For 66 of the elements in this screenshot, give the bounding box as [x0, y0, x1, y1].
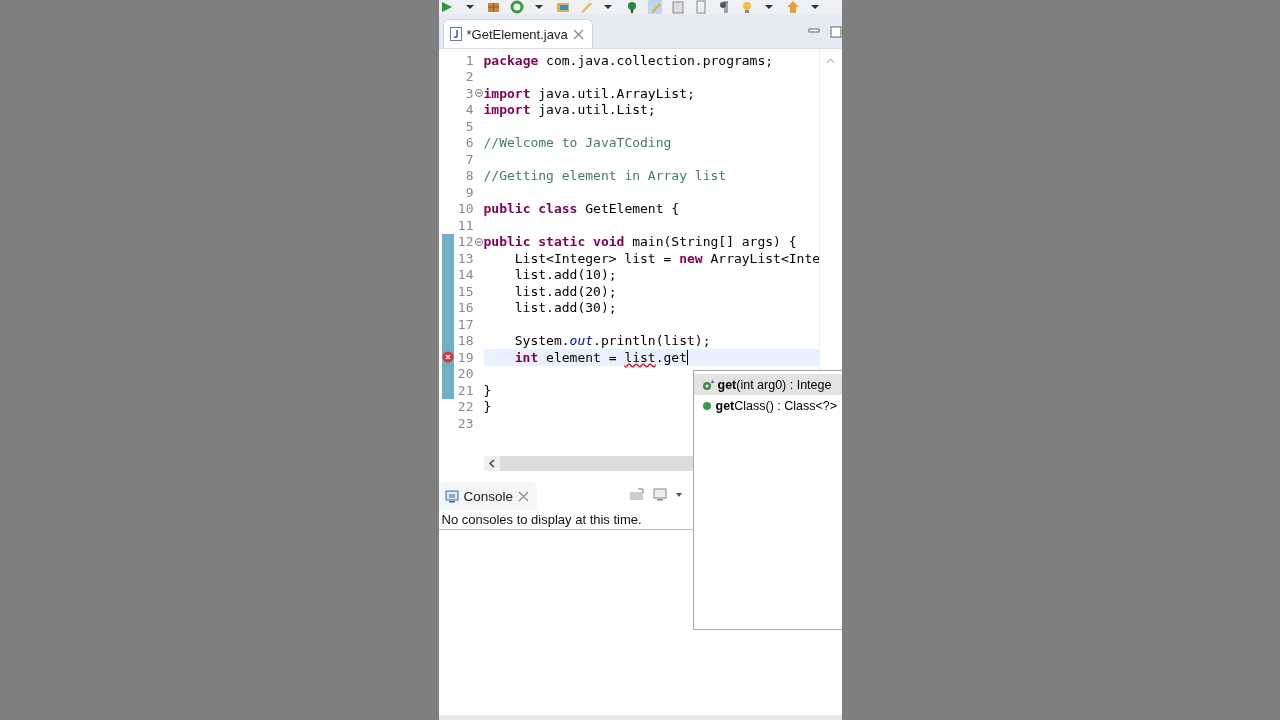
- completion-item[interactable]: getClass() : Class<?>: [693, 395, 842, 416]
- text-cursor: [687, 349, 688, 365]
- line-number: 8: [464, 168, 474, 184]
- line-number: 7: [464, 151, 474, 167]
- fold-minus-icon[interactable]: [474, 237, 483, 246]
- console-tab[interactable]: Console: [438, 482, 538, 510]
- display-console-icon[interactable]: [652, 488, 667, 501]
- code-line: public class GetElement {: [483, 201, 680, 217]
- fold-minus-icon[interactable]: [474, 89, 483, 98]
- close-icon[interactable]: [572, 28, 584, 40]
- line-number: 6: [464, 135, 474, 151]
- code-line: list.add(20);: [514, 283, 617, 299]
- dropdown-icon[interactable]: [674, 491, 683, 498]
- code-line: list.add(10);: [514, 267, 617, 283]
- line-number: 1: [464, 52, 474, 68]
- scroll-up-icon[interactable]: [825, 58, 835, 64]
- line-number: 23: [456, 415, 474, 431]
- code-line: import java.util.List;: [483, 102, 656, 118]
- line-number: 9: [464, 184, 474, 200]
- line-number: 12: [456, 234, 474, 250]
- java-file-icon: [449, 27, 462, 41]
- line-number: 14: [456, 267, 474, 283]
- code-line: //Welcome to JavaTCoding: [483, 135, 672, 151]
- code-line: }: [483, 399, 492, 415]
- scroll-left-icon[interactable]: [483, 456, 500, 471]
- line-number: 20: [456, 366, 474, 382]
- code-line: list.add(30);: [514, 300, 617, 316]
- line-number: 15: [456, 283, 474, 299]
- line-number: 3: [464, 85, 474, 101]
- code-line: import java.util.ArrayList;: [483, 85, 695, 101]
- page-icon[interactable]: [693, 0, 708, 14]
- line-number: 4: [464, 102, 474, 118]
- line-number: 5: [464, 118, 474, 134]
- code-line: }: [483, 382, 492, 398]
- line-number: 21: [456, 382, 474, 398]
- up-arrow-icon[interactable]: [785, 0, 800, 14]
- completion-item[interactable]: get(int arg0) : Intege: [693, 374, 842, 395]
- minimize-icon[interactable]: [807, 26, 820, 36]
- method-icon: [701, 378, 714, 391]
- code-line: package com.java.collection.programs;: [483, 52, 774, 68]
- highlighter-icon[interactable]: [647, 0, 662, 14]
- line-number: 13: [456, 250, 474, 266]
- editor-tab[interactable]: *GetElement.java: [442, 19, 593, 48]
- code-line: //Getting element in Array list: [483, 168, 727, 184]
- code-line: int element = list.get: [514, 349, 687, 365]
- method-icon: [701, 400, 712, 411]
- line-number: 19: [456, 349, 474, 365]
- code-line: List<Integer> list = new ArrayList<Inte: [514, 250, 821, 266]
- line-number: 18: [456, 333, 474, 349]
- monitor-icon: [444, 489, 459, 503]
- horizontal-scrollbar[interactable]: [483, 456, 693, 471]
- open-console-icon[interactable]: [628, 488, 645, 501]
- folder-icon[interactable]: [555, 0, 570, 14]
- line-number: 17: [456, 316, 474, 332]
- package-icon[interactable]: [486, 0, 501, 14]
- line-number: 10: [456, 201, 474, 217]
- refresh-icon[interactable]: [509, 0, 524, 14]
- code-line: public static void main(String[] args) {: [483, 234, 797, 250]
- line-number: 22: [456, 399, 474, 415]
- line-number: 16: [456, 300, 474, 316]
- line-number: 11: [456, 217, 474, 233]
- document-icon[interactable]: [670, 0, 685, 14]
- maximize-icon[interactable]: [829, 26, 842, 38]
- close-icon[interactable]: [518, 490, 530, 502]
- code-line: System.out.println(list);: [514, 333, 711, 349]
- line-number: 2: [464, 69, 474, 85]
